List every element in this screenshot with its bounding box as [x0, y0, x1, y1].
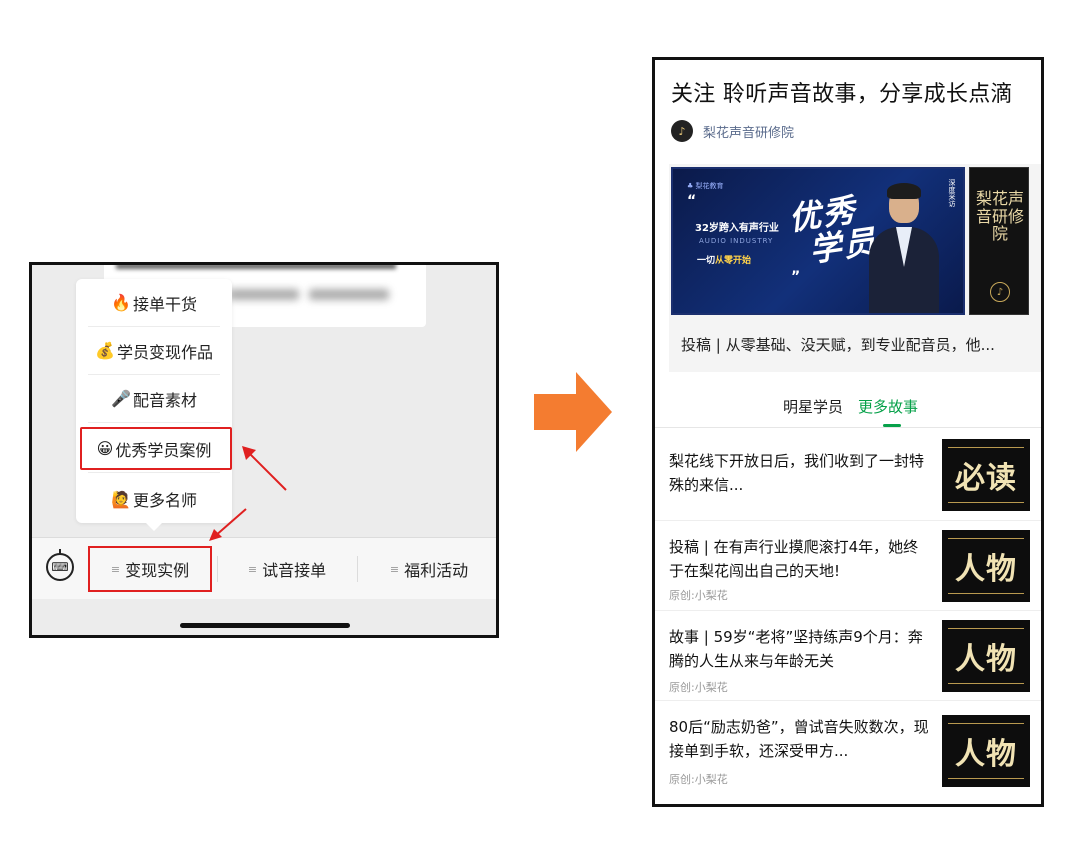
menu-lines-icon: ≡	[389, 562, 400, 576]
menu-item-label: 更多名师	[132, 491, 197, 510]
article-item-title: 梨花线下开放日后，我们收到了一封特殊的来信...	[669, 452, 925, 494]
thumbnail-text: 人物	[955, 737, 1017, 772]
tab-shiyin-jiedan[interactable]: ≡ 试音接单	[222, 546, 352, 592]
tab-label: 福利活动	[404, 561, 469, 580]
menu-item-jiedan-ganhuo[interactable]: 🔥 接单干货	[88, 279, 220, 327]
author-name[interactable]: 梨花声音研修院	[703, 122, 794, 141]
banner-caption[interactable]: 投稿 | 从零基础、没天赋，到专业配音员，他...	[681, 334, 995, 355]
article-thumbnail: 人物	[942, 620, 1030, 692]
article-title: 关注 聆听声音故事，分享成长点滴	[671, 82, 1013, 107]
thumbnail-text: 必读	[955, 461, 1017, 496]
money-bag-icon: 💰	[95, 341, 115, 360]
menu-lines-icon: ≡	[110, 562, 121, 576]
article-item-title: 故事 | 59岁“老将”坚持练声9个月：奔腾的人生从来与年龄无关	[669, 628, 923, 670]
right-phone-screenshot: 关注 聆听声音故事，分享成长点滴 ♪ 梨花声音研修院 ♣ 梨花教育 “ 32岁跨…	[652, 57, 1044, 807]
popup-menu: 🔥 接单干货 💰 学员变现作品 🎤 配音素材 😀 优秀学员案例 🙋 更多名师	[76, 279, 232, 531]
menu-bottom-bar: ⌨ ≡ 变现实例 ≡ 试音接单 ≡ 福利活动	[32, 537, 496, 599]
tab-gengduo-gushi[interactable]: 更多故事	[858, 396, 918, 417]
side-brand-text: 梨花声音研修院	[976, 189, 1025, 244]
banner-quote-close: ”	[791, 269, 801, 285]
menu-item-label: 学员变现作品	[116, 342, 213, 362]
home-indicator	[180, 623, 350, 628]
menu-item-peiyin-sucai[interactable]: 🎤 配音素材	[88, 375, 220, 423]
article-source: 原创:小梨花	[669, 773, 728, 786]
person-raising-hand-icon: 🙋	[111, 489, 131, 509]
person-photo	[869, 181, 939, 313]
menu-item-gengduo-mingshi[interactable]: 🙋 更多名师	[88, 475, 220, 523]
banner-logo: ♣ 梨花教育	[687, 182, 724, 190]
banner-card[interactable]: ♣ 梨花教育 “ 32岁跨入有声行业 AUDIO INDUSTRY 一切从零开始…	[669, 164, 1041, 372]
page: 🔥 接单干货 💰 学员变现作品 🎤 配音素材 😀 优秀学员案例 🙋 更多名师 ⌨…	[0, 0, 1080, 867]
tabs-row: 明星学员 更多故事	[655, 396, 1041, 427]
thumbnail-text: 人物	[955, 552, 1017, 587]
menu-lines-icon: ≡	[247, 562, 258, 576]
tab-mingxing-xueyuan[interactable]: 明星学员	[783, 396, 843, 417]
banner-line-highlight: 从零开始	[715, 256, 752, 266]
tab-label: 变现实例	[125, 561, 190, 580]
highlight-box	[80, 427, 232, 470]
banner-line: 32岁跨入有声行业	[695, 223, 779, 234]
article-thumbnail: 人物	[942, 530, 1030, 602]
article-source: 原创:小梨花	[669, 589, 728, 602]
banner-line: 一切从零开始	[697, 253, 751, 266]
blurred-text	[229, 289, 299, 300]
thumbnail-text: 人物	[955, 642, 1017, 677]
annotation-arrow-icon	[242, 446, 287, 491]
brand-logo-icon: ♪	[990, 282, 1010, 302]
banner-quote-open: “	[687, 193, 697, 209]
tab-bianxian-shili[interactable]: ≡ 变现实例	[88, 546, 212, 592]
fire-icon: 🔥	[111, 293, 131, 312]
tab-label: 试音接单	[262, 561, 327, 580]
list-item[interactable]: 投稿 | 在有声行业摸爬滚打4年，她终于在梨花闯出自己的天地! 原创:小梨花 人…	[655, 521, 1041, 611]
blurred-text	[309, 289, 389, 300]
divider	[655, 427, 1041, 428]
list-item[interactable]: 故事 | 59岁“老将”坚持练声9个月：奔腾的人生从来与年龄无关 原创:小梨花 …	[655, 611, 1041, 701]
banner-headline: 优秀 学员	[786, 191, 879, 269]
article-source: 原创:小梨花	[669, 681, 728, 694]
divider	[357, 556, 358, 582]
keyboard-icon[interactable]: ⌨	[46, 549, 74, 581]
banner-vertical-text: 深度采访	[948, 179, 956, 207]
banner-line-prefix: 一切	[697, 256, 716, 266]
article-item-title: 80后“励志奶爸”，曾试音失败数次，现接单到手软，还深受甲方...	[669, 718, 929, 760]
article-thumbnail: 人物	[942, 715, 1030, 787]
tab-fuli-huodong[interactable]: ≡ 福利活动	[362, 546, 496, 592]
list-item[interactable]: 梨花线下开放日后，我们收到了一封特殊的来信... 必读	[655, 431, 1041, 521]
microphone-icon: 🎤	[111, 389, 131, 408]
divider	[217, 556, 218, 582]
banner-line: AUDIO INDUSTRY	[699, 237, 774, 245]
menu-item-label: 配音素材	[132, 390, 197, 410]
blurred-text	[116, 265, 396, 269]
menu-item-xueyuan-bianxian[interactable]: 💰 学员变现作品	[88, 327, 220, 375]
avatar: ♪	[671, 120, 693, 142]
banner-image: ♣ 梨花教育 “ 32岁跨入有声行业 AUDIO INDUSTRY 一切从零开始…	[671, 167, 965, 315]
author-row[interactable]: ♪ 梨花声音研修院	[671, 120, 794, 142]
right-arrow-icon	[534, 372, 612, 452]
article-thumbnail: 必读	[942, 439, 1030, 511]
article-item-title: 投稿 | 在有声行业摸爬滚打4年，她终于在梨花闯出自己的天地!	[669, 538, 919, 580]
banner-side-logo: 梨花声音研修院 ♪	[969, 167, 1029, 315]
annotation-arrow-icon	[209, 508, 247, 541]
menu-item-label: 接单干货	[132, 294, 197, 314]
list-item[interactable]: 80后“励志奶爸”，曾试音失败数次，现接单到手软，还深受甲方... 原创:小梨花…	[655, 701, 1041, 791]
